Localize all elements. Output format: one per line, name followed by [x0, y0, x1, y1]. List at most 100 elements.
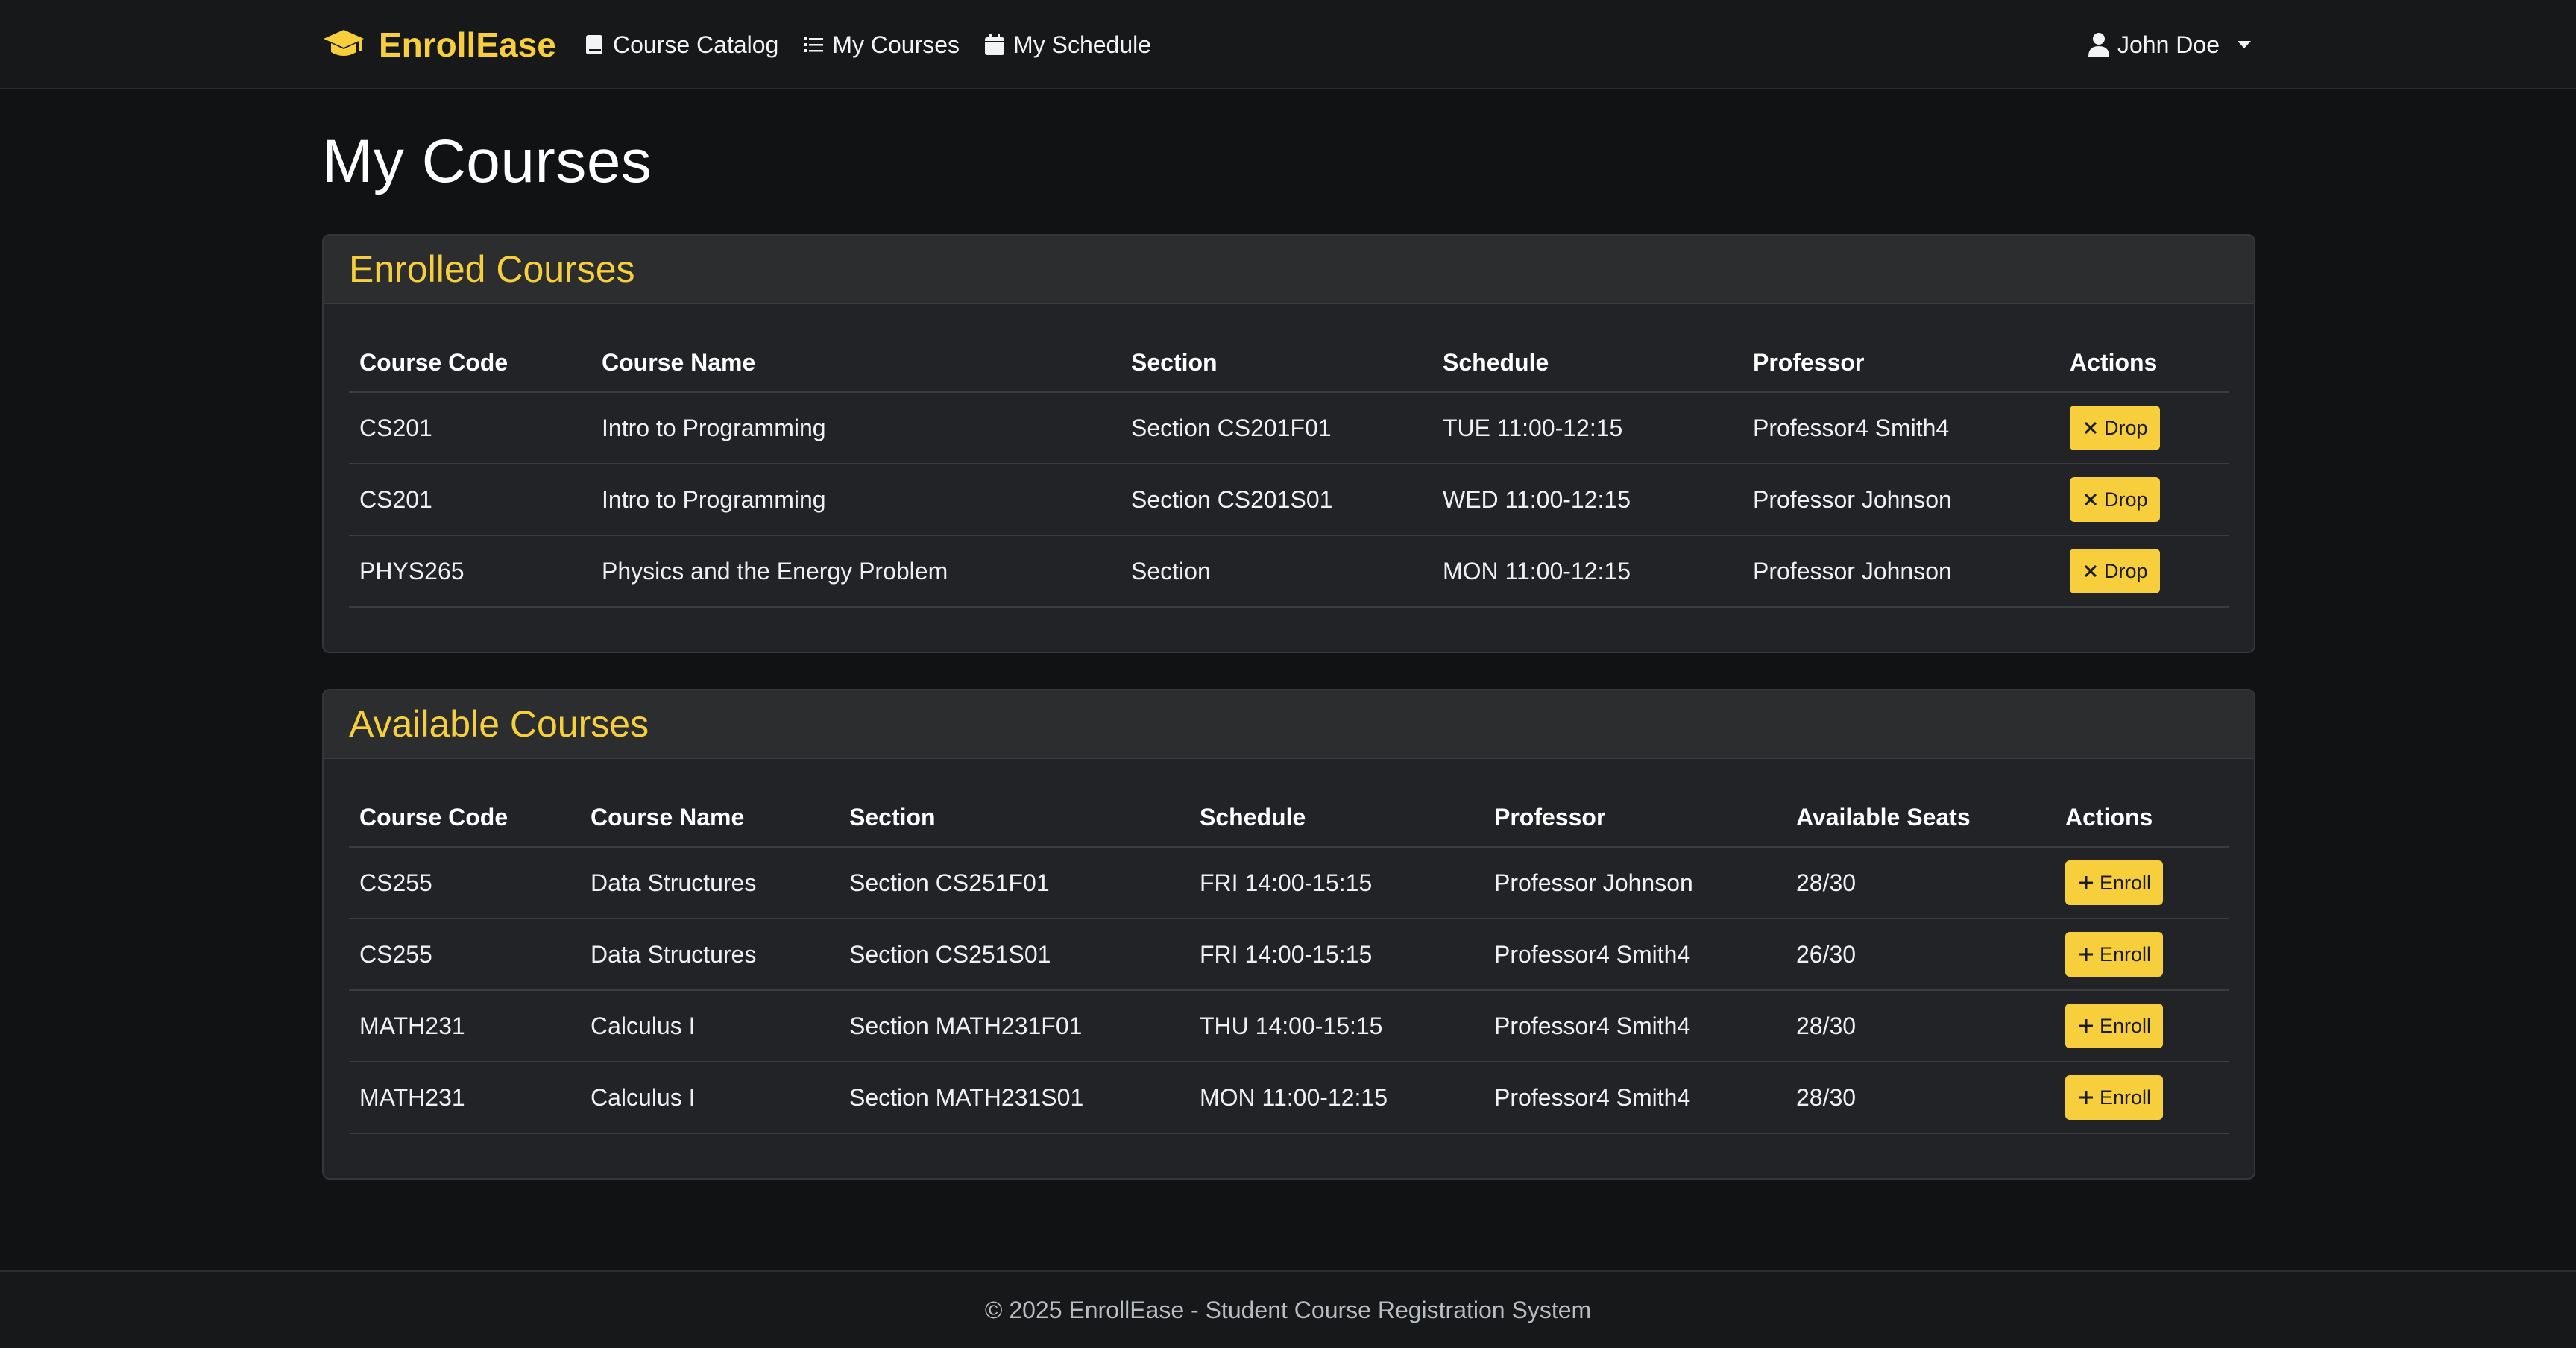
schedule: MON 11:00-12:15 — [1432, 535, 1742, 608]
available-seats: 26/30 — [1786, 919, 2055, 991]
col-actions: Actions — [2059, 334, 2229, 393]
section: Section CS201F01 — [1121, 392, 1432, 464]
section: Section MATH231S01 — [839, 1062, 1189, 1134]
person-icon — [2088, 33, 2109, 57]
actions-cell: Drop — [2059, 535, 2229, 608]
actions-cell: Enroll — [2055, 919, 2229, 991]
table-row: CS201 Intro to Programming Section CS201… — [349, 392, 2229, 464]
table-header-row: Course Code Course Name Section Schedule… — [349, 334, 2229, 393]
course-code: CS255 — [349, 919, 580, 991]
section: Section CS251S01 — [839, 919, 1189, 991]
course-name: Intro to Programming — [591, 392, 1121, 464]
available-seats: 28/30 — [1786, 847, 2055, 919]
professor: Professor Johnson — [1742, 535, 2059, 608]
nav-course-catalog-label: Course Catalog — [613, 31, 779, 58]
drop-button[interactable]: Drop — [2070, 477, 2160, 522]
drop-button-label: Drop — [2104, 416, 2148, 439]
user-menu-dropdown[interactable]: John Doe — [2088, 22, 2251, 67]
x-icon — [2084, 493, 2097, 506]
course-code: CS201 — [349, 464, 591, 536]
available-courses-title: Available Courses — [349, 703, 649, 745]
enroll-button-label: Enroll — [2100, 871, 2152, 894]
col-professor: Professor — [1484, 789, 1786, 848]
col-section: Section — [839, 789, 1189, 848]
schedule: WED 11:00-12:15 — [1432, 464, 1742, 536]
top-navbar: EnrollEase Course Catalog My Courses My … — [0, 0, 2576, 89]
course-code: MATH231 — [349, 990, 580, 1062]
course-code: MATH231 — [349, 1062, 580, 1134]
drop-button-label: Drop — [2104, 559, 2148, 582]
col-course-code: Course Code — [349, 334, 591, 393]
enroll-button-label: Enroll — [2100, 942, 2152, 966]
course-name: Calculus I — [580, 1062, 839, 1134]
professor: Professor Johnson — [1742, 464, 2059, 536]
schedule: FRI 14:00-15:15 — [1189, 847, 1484, 919]
col-professor: Professor — [1742, 334, 2059, 393]
course-name: Data Structures — [580, 919, 839, 991]
actions-cell: Drop — [2059, 464, 2229, 536]
professor: Professor4 Smith4 — [1484, 990, 1786, 1062]
plus-icon — [2079, 948, 2093, 961]
enroll-button[interactable]: Enroll — [2065, 860, 2164, 905]
enrolled-courses-card: Enrolled Courses Course Code Course Name… — [322, 234, 2255, 653]
course-name: Intro to Programming — [591, 464, 1121, 536]
course-code: CS201 — [349, 392, 591, 464]
nav-course-catalog[interactable]: Course Catalog — [583, 31, 778, 59]
schedule: TUE 11:00-12:15 — [1432, 392, 1742, 464]
available-courses-table: Course Code Course Name Section Schedule… — [349, 789, 2229, 1134]
plus-icon — [2079, 876, 2093, 889]
enroll-button[interactable]: Enroll — [2065, 1075, 2164, 1120]
brand-link[interactable]: EnrollEase — [322, 21, 556, 69]
section: Section MATH231F01 — [839, 990, 1189, 1062]
course-name: Data Structures — [580, 847, 839, 919]
table-row: PHYS265 Physics and the Energy Problem S… — [349, 535, 2229, 608]
drop-button[interactable]: Drop — [2070, 549, 2160, 593]
nav-my-courses[interactable]: My Courses — [802, 31, 960, 59]
drop-button-label: Drop — [2104, 488, 2148, 511]
enroll-button-label: Enroll — [2100, 1014, 2152, 1037]
nav-my-schedule[interactable]: My Schedule — [983, 31, 1151, 59]
enroll-button[interactable]: Enroll — [2065, 1004, 2164, 1048]
enroll-button[interactable]: Enroll — [2065, 932, 2164, 977]
enrolled-courses-header: Enrolled Courses — [324, 236, 2254, 304]
calendar-icon — [985, 34, 1005, 55]
page-title: My Courses — [322, 127, 652, 195]
table-header-row: Course Code Course Name Section Schedule… — [349, 789, 2229, 848]
footer: © 2025 EnrollEase - Student Course Regis… — [0, 1270, 2576, 1348]
list-icon — [804, 37, 824, 52]
section: Section CS251F01 — [839, 847, 1189, 919]
schedule: MON 11:00-12:15 — [1189, 1062, 1484, 1134]
course-code: CS255 — [349, 847, 580, 919]
main-nav: Course Catalog My Courses My Schedule — [583, 22, 1151, 67]
table-row: CS255 Data Structures Section CS251F01 F… — [349, 847, 2229, 919]
brand-name: EnrollEase — [379, 25, 556, 64]
drop-button[interactable]: Drop — [2070, 406, 2160, 450]
course-code: PHYS265 — [349, 535, 591, 608]
schedule: FRI 14:00-15:15 — [1189, 919, 1484, 991]
section: Section CS201S01 — [1121, 464, 1432, 536]
available-courses-header: Available Courses — [324, 690, 2254, 759]
table-row: CS255 Data Structures Section CS251S01 F… — [349, 919, 2229, 991]
col-course-name: Course Name — [580, 789, 839, 848]
professor: Professor4 Smith4 — [1742, 392, 2059, 464]
professor: Professor4 Smith4 — [1484, 919, 1786, 991]
table-row: CS201 Intro to Programming Section CS201… — [349, 464, 2229, 536]
actions-cell: Enroll — [2055, 847, 2229, 919]
col-schedule: Schedule — [1189, 789, 1484, 848]
col-actions: Actions — [2055, 789, 2229, 848]
schedule: THU 14:00-15:15 — [1189, 990, 1484, 1062]
nav-my-courses-label: My Courses — [832, 31, 960, 58]
course-name: Physics and the Energy Problem — [591, 535, 1121, 608]
x-icon — [2084, 421, 2097, 435]
col-course-code: Course Code — [349, 789, 580, 848]
plus-icon — [2079, 1091, 2093, 1104]
col-schedule: Schedule — [1432, 334, 1742, 393]
course-name: Calculus I — [580, 990, 839, 1062]
section: Section — [1121, 535, 1432, 608]
available-seats: 28/30 — [1786, 1062, 2055, 1134]
professor: Professor4 Smith4 — [1484, 1062, 1786, 1134]
table-row: MATH231 Calculus I Section MATH231F01 TH… — [349, 990, 2229, 1062]
footer-text: © 2025 EnrollEase - Student Course Regis… — [984, 1296, 1592, 1323]
enrolled-courses-title: Enrolled Courses — [349, 248, 635, 290]
col-course-name: Course Name — [591, 334, 1121, 393]
